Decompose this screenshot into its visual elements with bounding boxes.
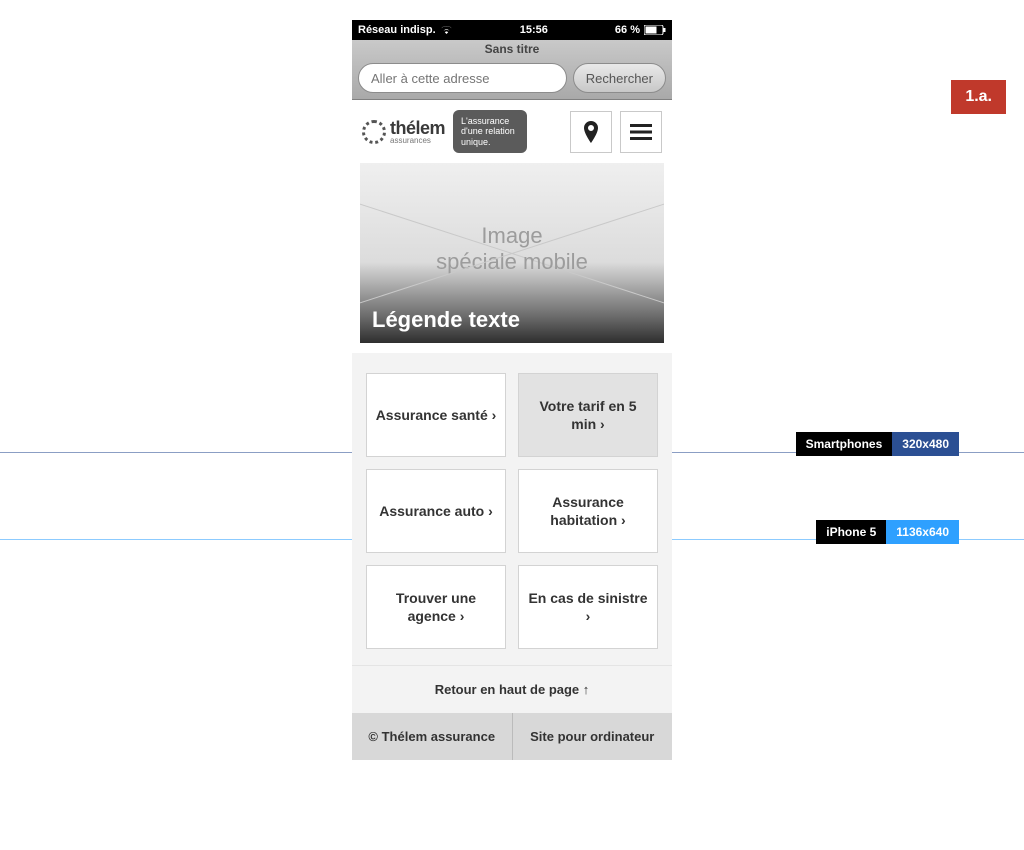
carrier-text: Réseau indisp.	[358, 24, 436, 36]
safari-chrome: Sans titre Rechercher	[352, 40, 672, 100]
tile-votre-tarif[interactable]: Votre tarif en 5 min ›	[518, 373, 658, 457]
phone-mockup: Réseau indisp. 15:56 66 % Sans titre Rec…	[352, 20, 672, 760]
tile-assurance-habitation[interactable]: Assurance habitation ›	[518, 469, 658, 553]
guide-label-smartphones: Smartphones 320x480	[796, 432, 959, 456]
safari-search-button[interactable]: Rechercher	[573, 63, 666, 93]
hero-placeholder-line1: Image	[481, 223, 542, 248]
tile-trouver-agence[interactable]: Trouver une agence ›	[366, 565, 506, 649]
guide-label-res: 320x480	[892, 432, 959, 456]
battery-icon	[644, 25, 666, 35]
address-bar[interactable]	[358, 63, 567, 93]
site-header: thélem assurances L'assurance d'une rela…	[352, 100, 672, 163]
back-to-top-link[interactable]: Retour en haut de page ↑	[352, 665, 672, 713]
site-footer: © Thélem assurance Site pour ordinateur	[352, 713, 672, 760]
footer-desktop-link[interactable]: Site pour ordinateur	[513, 713, 673, 760]
map-pin-icon	[583, 121, 599, 143]
slide-badge: 1.a.	[951, 80, 1006, 114]
tile-grid: Assurance santé › Votre tarif en 5 min ›…	[352, 353, 672, 665]
hero-caption: Légende texte	[372, 307, 520, 333]
guide-label-name: iPhone 5	[816, 520, 886, 544]
battery-text: 66 %	[615, 24, 640, 36]
guide-label-iphone5: iPhone 5 1136x640	[816, 520, 959, 544]
tagline-bubble: L'assurance d'une relation unique.	[453, 110, 527, 153]
logo-text-line1: thélem	[390, 119, 445, 137]
menu-button[interactable]	[620, 111, 662, 153]
hamburger-icon	[630, 124, 652, 140]
tile-assurance-sante[interactable]: Assurance santé ›	[366, 373, 506, 457]
footer-copyright: © Thélem assurance	[352, 713, 513, 760]
tile-assurance-auto[interactable]: Assurance auto ›	[366, 469, 506, 553]
locate-agency-button[interactable]	[570, 111, 612, 153]
brand-logo[interactable]: thélem assurances	[362, 119, 445, 145]
logo-mark-icon	[362, 120, 386, 144]
hero-placeholder-line2: spéciale mobile	[436, 249, 588, 274]
tile-en-cas-de-sinistre[interactable]: En cas de sinistre ›	[518, 565, 658, 649]
clock-text: 15:56	[520, 24, 548, 36]
hero-image-placeholder: Image spéciale mobile Légende texte	[360, 163, 664, 343]
guide-label-res: 1136x640	[886, 520, 959, 544]
wifi-icon	[440, 25, 453, 35]
guide-label-name: Smartphones	[796, 432, 893, 456]
logo-text-line2: assurances	[390, 137, 445, 145]
ios-statusbar: Réseau indisp. 15:56 66 %	[352, 20, 672, 40]
safari-window-title: Sans titre	[352, 40, 672, 59]
